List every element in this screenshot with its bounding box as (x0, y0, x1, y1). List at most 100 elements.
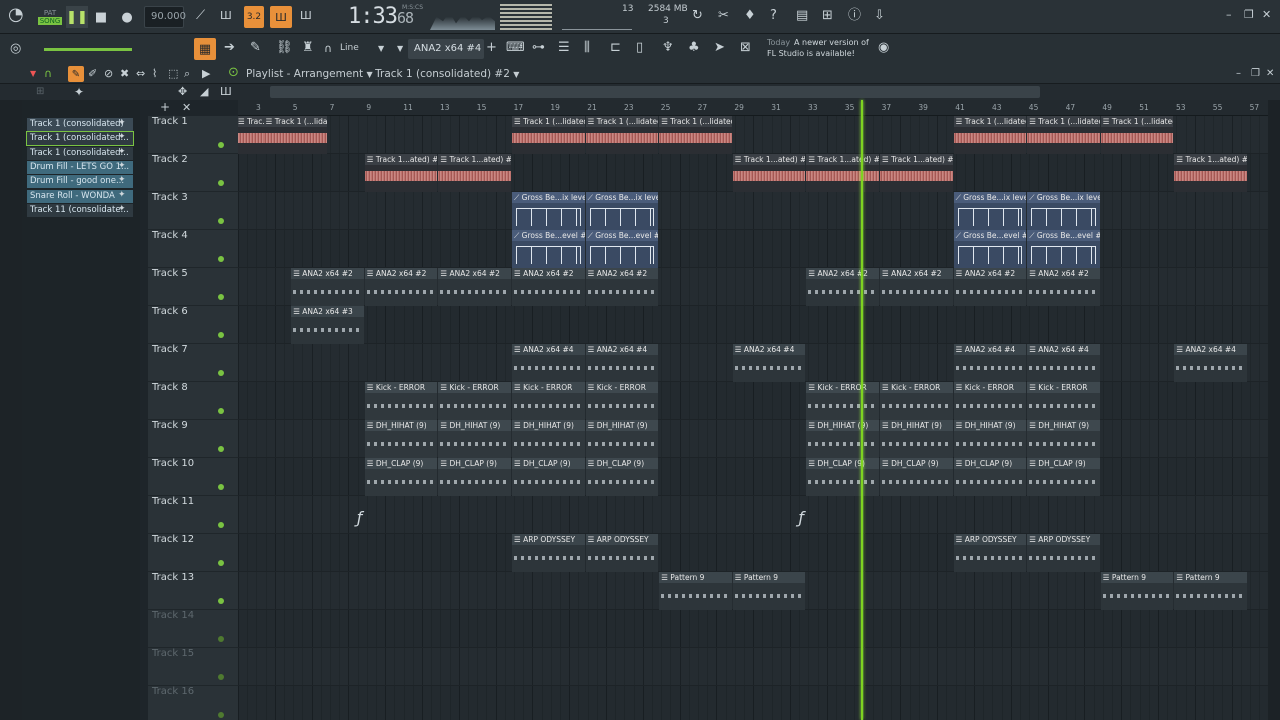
arrangement-clip[interactable]: ☰ DH_HIHAT (9) (364, 420, 438, 458)
undo-history-icon[interactable]: ↻ (692, 9, 703, 23)
arrangement-clip[interactable]: ☰ Track 1...ated) #2 (438, 154, 511, 192)
arrangement-clip[interactable]: ⟋ Gross Be...ix level (512, 192, 585, 230)
forward-icon[interactable]: ➤ (714, 41, 725, 55)
arrangement-clip[interactable]: ☰ DH_CLAP (9) (1027, 458, 1100, 496)
touch-keyboard-icon[interactable]: ♣ (688, 41, 700, 55)
track-header[interactable]: Track 7 (148, 344, 238, 382)
arrangement-clip[interactable]: ☰ Track 1...ated) #2 (1174, 154, 1247, 192)
arrangement-clip[interactable]: ☰ DH_HIHAT (9) (438, 420, 511, 458)
timeline-ruler[interactable]: 3 5 7 9 11 13 15 17 19 21 23 25 27 29 31 33 35 37 39 41 43 45… (238, 100, 1268, 116)
arrangement-clip[interactable]: ☰ Pattern 9 (732, 572, 806, 610)
arrangement-clip[interactable]: ☰ Pattern 9 (1100, 572, 1174, 610)
arrangement-clip[interactable]: ⟋ Gross Be...ix level (1027, 192, 1100, 230)
track-mute-led[interactable] (218, 218, 224, 224)
news-text-2[interactable]: FL Studio is available! (767, 49, 855, 58)
piano-mini-icon[interactable]: ◢ (200, 85, 208, 99)
track-lane[interactable] (238, 534, 1268, 572)
arrangement-clip[interactable]: ☰ DH_CLAP (9) (953, 458, 1027, 496)
track-header[interactable]: Track 4 (148, 230, 238, 268)
track-header[interactable]: Track 3 (148, 192, 238, 230)
track-mute-led[interactable] (218, 522, 224, 528)
arrangement-clip[interactable]: ☰ Track 1 (...lidated) (585, 116, 659, 154)
arrangement-clip[interactable]: ☰ DH_CLAP (9) (585, 458, 659, 496)
snap-arrows-icon[interactable]: ✥ (178, 85, 187, 99)
arrangement-clip[interactable]: ☰ Pattern 9 (659, 572, 732, 610)
add-pattern-icon[interactable]: + (486, 41, 497, 55)
scissors-icon[interactable]: ✂ (718, 9, 729, 23)
playlist-play-icon[interactable]: ⊙ (228, 66, 239, 80)
wait-input-icon[interactable]: Ш (220, 9, 232, 23)
track-header[interactable]: Track 2 (148, 154, 238, 192)
arrangement-clip[interactable]: ☰ DH_HIHAT (9) (953, 420, 1027, 458)
plugin-icon[interactable]: ♆ (662, 41, 674, 55)
master-volume-slider[interactable] (44, 48, 132, 51)
microphone-icon[interactable]: ♦ (744, 9, 756, 23)
song-mode-toggle[interactable]: PAT SONG (36, 6, 64, 28)
arrangement-clip[interactable]: ☰ Kick - ERROR (880, 382, 953, 420)
slip-tool-icon[interactable]: ⇔ (136, 67, 145, 81)
track-header[interactable]: Track 5 (148, 268, 238, 306)
draw-tool-button[interactable]: ✎ (68, 66, 84, 82)
track-mute-led[interactable] (218, 446, 224, 452)
track-mute-led[interactable] (218, 560, 224, 566)
arrangement-clip[interactable]: ☰ ANA2 x64 #4 (1174, 344, 1247, 382)
track-header[interactable]: Track 1 (148, 116, 238, 154)
pencil-icon[interactable]: ✎ (250, 41, 261, 55)
arrangement-clip[interactable]: ☰ ARP ODYSSEY (585, 534, 659, 572)
arrangement-clip[interactable]: ☰ DH_HIHAT (9) (806, 420, 879, 458)
vertical-scrollbar[interactable] (1268, 100, 1280, 720)
magnet-snap-icon[interactable]: ∩ (44, 67, 52, 81)
close-window-icon[interactable]: ✕ (1262, 8, 1271, 22)
arrangement-clip[interactable]: ☰ ANA2 x64 #4 (512, 344, 585, 382)
picker-clip-icon[interactable]: ✦ (74, 85, 84, 99)
track-mute-led[interactable] (218, 484, 224, 490)
track-lane[interactable] (238, 686, 1268, 720)
arrangement-clip[interactable]: ☰ Kick - ERROR (438, 382, 511, 420)
track-lane[interactable] (238, 192, 1268, 230)
arrangement-clip[interactable]: ☰ DH_CLAP (9) (438, 458, 511, 496)
arrangement-clip[interactable]: ☰ Track 1 (...lidated) (263, 116, 327, 154)
arrangement-clip[interactable]: ☰ Kick - ERROR (585, 382, 659, 420)
arrangement-clip[interactable]: ☰ ANA2 x64 #2 (585, 268, 659, 306)
arrangement-clip[interactable]: ☰ Track 1...ated) #2 (364, 154, 438, 192)
mute-tool-icon[interactable]: ✖ (120, 67, 129, 81)
arrangement-grid[interactable]: ☰ Trac...ated)☰ Track 1 (...lidated)☰ Tr… (238, 116, 1268, 720)
track-header[interactable]: Track 12 (148, 534, 238, 572)
remove-track-icon[interactable]: ✕ (182, 101, 191, 115)
snap-dropdown[interactable]: Line (340, 43, 359, 53)
track-mute-led[interactable] (218, 332, 224, 338)
select-tool-icon[interactable]: ⬚ (168, 67, 178, 81)
track-mute-led[interactable] (218, 294, 224, 300)
link-icon[interactable]: ⛓ (276, 41, 293, 55)
paint-tool-icon[interactable]: ✐ (88, 67, 97, 81)
arrangement-clip[interactable]: ☰ Kick - ERROR (806, 382, 879, 420)
arrangement-clip[interactable]: ☰ DH_CLAP (9) (512, 458, 585, 496)
stamp-icon[interactable]: ♜ (302, 41, 314, 55)
arrangement-clip[interactable]: ☰ ANA2 x64 #2 (291, 268, 364, 306)
snap-dropdown-arrow-icon[interactable]: ▼ (378, 42, 384, 56)
arrangement-clip[interactable]: ⟋ Gross Be...evel #2 (1027, 230, 1100, 268)
arrangement-clip[interactable]: ☰ Track 1 (...lidated) (1027, 116, 1100, 154)
news-text[interactable]: A newer version of (794, 38, 869, 47)
track-lane[interactable] (238, 648, 1268, 686)
arrangement-clip[interactable]: ⟋ Gross Be...ix level (953, 192, 1027, 230)
arrangement-clip[interactable]: ⟋ Gross Be...evel #2 (512, 230, 585, 268)
arrangement-clip[interactable]: ☰ DH_HIHAT (9) (585, 420, 659, 458)
playlist-view-button[interactable]: ▦ (194, 38, 216, 60)
record-button[interactable]: ● (117, 6, 137, 28)
horizontal-scrollbar[interactable] (270, 86, 1040, 98)
tempo-display[interactable]: 90.000 (144, 6, 186, 28)
arrangement-clip[interactable]: ☰ ANA2 x64 #2 (953, 268, 1027, 306)
song-time-display[interactable]: 1:3368 (348, 4, 414, 29)
track-mute-led[interactable] (218, 712, 224, 718)
track-mute-led[interactable] (218, 180, 224, 186)
track-lane[interactable] (238, 496, 1268, 534)
slice-tool-icon[interactable]: ⌇ (152, 67, 157, 81)
arrangement-clip[interactable]: ☰ ANA2 x64 #2 (438, 268, 511, 306)
delete-tool-icon[interactable]: ⊘ (104, 67, 113, 81)
track-header[interactable]: Track 9 (148, 420, 238, 458)
mixer-view-icon[interactable]: ⫼ (584, 41, 590, 55)
countdown-button[interactable]: 3.2 (244, 6, 264, 28)
arrangement-clip[interactable]: ☰ Track 1 (...lidated) (659, 116, 732, 154)
arrangement-clip[interactable]: ☰ ANA2 x64 #2 (364, 268, 438, 306)
